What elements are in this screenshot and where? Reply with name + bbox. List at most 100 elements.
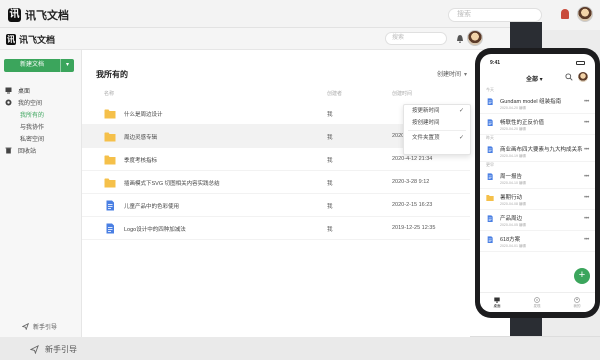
menu-divider bbox=[408, 130, 466, 131]
tab-discover[interactable]: 发现 bbox=[522, 297, 552, 309]
sort-option-updated[interactable]: 按更新时间 ✓ bbox=[404, 105, 470, 117]
file-owner: 我 bbox=[327, 158, 333, 164]
phone-item-name: Gundam model 组装指南 bbox=[500, 99, 562, 105]
background-footer: 新手引导 bbox=[0, 336, 600, 360]
phone-item-meta: 2020-04-10 编辑 bbox=[500, 181, 526, 185]
file-time: 2020-3-28 9:12 bbox=[392, 179, 430, 185]
phone-list-item[interactable]: 618方案 2020-04-01 编辑 ••• bbox=[480, 231, 595, 252]
sidebar-item-trash[interactable]: 回收站 bbox=[0, 144, 82, 156]
phone-file-list: 今天 Gundam model 组装指南 2020-04-20 编辑 ••• 畅联性的正… bbox=[480, 87, 595, 252]
background-app-name: 讯飞文档 bbox=[25, 10, 69, 22]
app-name: 讯飞文档 bbox=[19, 35, 56, 45]
folder-icon bbox=[104, 109, 116, 119]
phone-clock: 9:41 bbox=[490, 60, 501, 66]
tab-label: 桌面 bbox=[493, 304, 501, 308]
sort-dropdown[interactable]: 创建时间 ▾ bbox=[437, 69, 467, 78]
file-type-icon bbox=[104, 177, 116, 188]
sidebar-item-shared[interactable]: 与我协作 bbox=[0, 120, 82, 132]
avatar[interactable] bbox=[467, 30, 483, 46]
file-type-icon bbox=[104, 200, 116, 211]
phone-item-meta: 2020-04-05 编辑 bbox=[500, 223, 526, 227]
phone-item-meta: 2020-04-20 编辑 bbox=[500, 127, 526, 131]
file-type-icon bbox=[486, 146, 494, 156]
tab-desktop[interactable]: 桌面 bbox=[482, 297, 512, 309]
phone-header: 全部 ▾ bbox=[480, 71, 595, 85]
app-window: 讯 讯飞文档 搜索 新建文档 ▾ 桌面 我的空间 我所有的 与我协作 私密空间 … bbox=[0, 27, 510, 337]
bell-icon[interactable] bbox=[456, 34, 464, 43]
new-document-button[interactable]: 新建文档 ▾ bbox=[4, 59, 74, 72]
phone-avatar[interactable] bbox=[578, 72, 588, 82]
background-logo-mark: 讯 bbox=[8, 8, 21, 22]
file-name: 什么是周边设计 bbox=[124, 112, 163, 118]
more-icon[interactable]: ••• bbox=[584, 147, 589, 153]
background-bell-icon bbox=[561, 9, 569, 19]
phone-list-item[interactable]: Gundam model 组装指南 2020-04-20 编辑 ••• bbox=[480, 93, 595, 114]
phone-item-meta: 2020-04-19 编辑 bbox=[500, 154, 526, 158]
tab-me[interactable]: 我的 bbox=[562, 297, 592, 309]
file-type-icon bbox=[486, 215, 494, 225]
tab-label: 发现 bbox=[533, 304, 541, 308]
document-icon bbox=[487, 119, 493, 126]
file-type-icon bbox=[486, 194, 494, 204]
phone-item-name: 商业画布四大要素与九大构成关系 bbox=[500, 147, 583, 153]
search-input[interactable]: 搜索 bbox=[385, 32, 447, 45]
file-time: 2019-12-25 12:35 bbox=[392, 225, 436, 231]
sidebar-item-my-space[interactable]: 我的空间 bbox=[0, 96, 82, 108]
file-name: 季度考核指标 bbox=[124, 158, 158, 164]
phone-list-item[interactable]: 商业画布四大要素与九大构成关系 2020-04-19 编辑 ••• bbox=[480, 141, 595, 162]
more-icon[interactable]: ••• bbox=[584, 237, 589, 243]
table-row[interactable]: 儿童产品中的色彩使用 我 2020-2-15 16:23 bbox=[82, 194, 470, 217]
more-icon[interactable]: ••• bbox=[584, 120, 589, 126]
sidebar-item-mine[interactable]: 我所有的 bbox=[0, 108, 82, 120]
more-icon[interactable]: ••• bbox=[584, 174, 589, 180]
more-icon[interactable]: ••• bbox=[584, 99, 589, 105]
phone-list-item[interactable]: 暑期行动 2020-04-08 编辑 ••• bbox=[480, 189, 595, 210]
guide-button[interactable]: 新手引导 bbox=[22, 322, 57, 331]
phone-filter[interactable]: 全部 ▾ bbox=[526, 74, 543, 83]
more-icon[interactable]: ••• bbox=[584, 195, 589, 201]
chevron-down-icon: ▾ bbox=[464, 72, 468, 78]
file-type-icon bbox=[104, 154, 116, 165]
search-icon[interactable] bbox=[565, 73, 573, 81]
table-header: 名称 创建者 创建时间 bbox=[96, 88, 466, 98]
sidebar-nav: 桌面 我的空间 我所有的 与我协作 私密空间 回收站 bbox=[0, 84, 82, 156]
sort-option-label: 按更新时间 bbox=[412, 108, 440, 114]
space-icon bbox=[5, 99, 12, 105]
sidebar-item-private[interactable]: 私密空间 bbox=[0, 132, 82, 144]
file-owner: 我 bbox=[327, 227, 333, 233]
phone-item-meta: 2020-04-01 编辑 bbox=[500, 244, 526, 248]
sidebar-item-label: 与我协作 bbox=[20, 124, 45, 131]
phone-list-item[interactable]: 畅联性的正反价值 2020-04-20 编辑 ••• bbox=[480, 114, 595, 135]
more-icon[interactable]: ••• bbox=[584, 216, 589, 222]
sort-option-folders-top[interactable]: 文件夹置顶 ✓ bbox=[404, 132, 470, 144]
background-guide-label: 新手引导 bbox=[45, 345, 77, 354]
guide-label: 新手引导 bbox=[33, 325, 58, 331]
document-icon bbox=[487, 173, 493, 180]
document-icon bbox=[106, 200, 114, 211]
sidebar-item-desktop[interactable]: 桌面 bbox=[0, 84, 82, 96]
phone-mockup: 9:41 全部 ▾ 今天 Gundam model 组装指南 2020-04-20 … bbox=[475, 48, 600, 318]
background-send-icon bbox=[30, 345, 39, 354]
phone-item-name: 周一报告 bbox=[500, 174, 523, 180]
table-row[interactable]: 插画模式下SVG 切图相关内容实践总结 我 2020-3-28 9:12 bbox=[82, 171, 470, 194]
monitor-icon bbox=[494, 297, 500, 303]
compass-icon bbox=[534, 297, 540, 303]
chevron-down-icon[interactable]: ▾ bbox=[60, 59, 74, 72]
file-type-icon bbox=[104, 108, 116, 119]
trash-icon bbox=[5, 147, 12, 153]
phone-list-item[interactable]: 产品周边 2020-04-05 编辑 ••• bbox=[480, 210, 595, 231]
logo[interactable]: 讯 讯飞文档 bbox=[6, 33, 55, 46]
sidebar-item-label: 我所有的 bbox=[20, 112, 45, 119]
table-row[interactable]: Logo设计中的四种加减法 我 2019-12-25 12:35 bbox=[82, 217, 470, 240]
document-icon bbox=[487, 98, 493, 105]
send-icon bbox=[22, 323, 29, 330]
phone-list-item[interactable]: 周一报告 2020-04-10 编辑 ••• bbox=[480, 168, 595, 189]
sidebar: 新建文档 ▾ 桌面 我的空间 我所有的 与我协作 私密空间 回收站 新手引导 bbox=[0, 50, 82, 337]
sort-option-created[interactable]: 按创建时间 bbox=[404, 117, 470, 129]
file-type-icon bbox=[104, 223, 116, 234]
phone-filter-label: 全部 bbox=[526, 77, 539, 83]
document-icon bbox=[487, 236, 493, 243]
column-time: 创建时间 bbox=[392, 91, 413, 97]
add-button[interactable]: + bbox=[574, 268, 590, 284]
file-name: 插画模式下SVG 切图相关内容实践总结 bbox=[124, 181, 220, 187]
